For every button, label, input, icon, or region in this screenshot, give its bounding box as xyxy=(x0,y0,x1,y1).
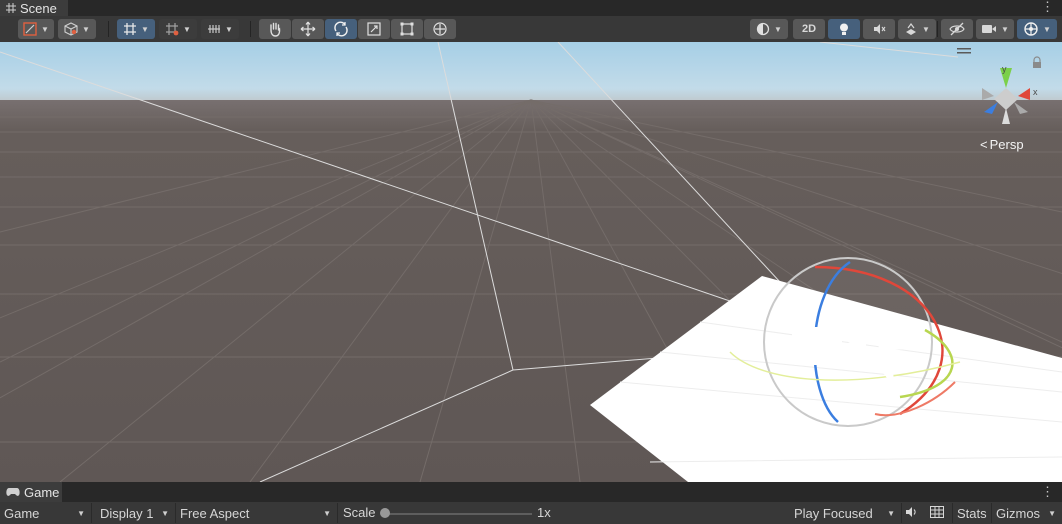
shading-mode-icon xyxy=(23,22,37,36)
perspective-label: Persp xyxy=(989,137,1024,152)
lighting-icon xyxy=(840,23,848,35)
display-dropdown[interactable]: Display 1 ▼ xyxy=(96,503,176,523)
transform-tool-icon xyxy=(433,22,447,36)
play-mode-label: Play Focused xyxy=(794,505,873,521)
audio-toggle-button[interactable] xyxy=(904,505,924,521)
grid-layout-icon xyxy=(930,506,944,518)
aspect-label: Free Aspect xyxy=(180,505,250,521)
audio-mute-icon xyxy=(874,24,886,34)
grid-snap-icon xyxy=(124,23,137,35)
game-view-label: Game xyxy=(4,505,40,521)
chevron-down-icon: ▼ xyxy=(1048,508,1056,518)
scale-slider-track[interactable] xyxy=(386,513,532,515)
scene-toolbar: ▼ ▼ ▼ ▼ ▼ ▼ 2D ▼ ▼ ▼ xyxy=(0,16,1062,43)
chevron-down-icon: ▼ xyxy=(887,508,895,518)
transform-tool-button[interactable] xyxy=(424,19,456,39)
gizmo-x-label: x xyxy=(1033,87,1038,97)
align-snap-dropdown[interactable]: ▼ xyxy=(201,19,239,39)
hand-tool-icon xyxy=(270,22,281,37)
gizmos-label: Gizmos xyxy=(996,505,1041,521)
move-tool-icon xyxy=(300,21,316,37)
play-mode-dropdown[interactable]: Play Focused ▼ xyxy=(790,503,902,523)
stats-button[interactable]: Stats xyxy=(952,503,992,523)
chevron-down-icon: ▼ xyxy=(161,508,169,518)
audio-toggle-button[interactable] xyxy=(863,19,895,39)
increment-snap-dropdown[interactable]: ▼ xyxy=(159,19,197,39)
toolbar-separator xyxy=(937,21,938,37)
game-tab-bar: Game ⋮ xyxy=(0,482,1062,502)
scale-tool-button[interactable] xyxy=(358,19,390,39)
gizmos-dropdown[interactable]: ▼ xyxy=(1017,19,1057,39)
display-label: Display 1 xyxy=(100,505,154,521)
gizmos-dropdown-game[interactable]: Gizmos ▼ xyxy=(992,503,1062,523)
gizmos-icon xyxy=(1024,22,1038,36)
scene-viewport[interactable]: y x < Persp xyxy=(0,42,1062,482)
render-mode-dropdown[interactable]: ▼ xyxy=(58,19,96,39)
shading-sphere-icon xyxy=(756,22,770,36)
game-toolbar: Game ▼ Display 1 ▼ Free Aspect ▼ Scale 1x P… xyxy=(0,502,1062,524)
camera-icon xyxy=(982,25,997,33)
scale-value: 1x xyxy=(537,505,551,520)
cube-icon xyxy=(64,22,78,36)
gizmo-y-label: y xyxy=(1002,64,1007,74)
camera-settings-dropdown[interactable]: ▼ xyxy=(976,19,1014,39)
scene-tab-bar: Scene ⋮ xyxy=(0,0,1062,16)
lighting-toggle-button[interactable] xyxy=(828,19,860,39)
hidden-objects-toggle-button[interactable] xyxy=(941,19,973,39)
game-tab-menu-button[interactable]: ⋮ xyxy=(1041,485,1054,501)
effects-dropdown[interactable]: ▼ xyxy=(898,19,936,39)
stats-layout-button[interactable] xyxy=(930,506,948,522)
move-tool-button[interactable] xyxy=(292,19,324,39)
scale-label: Scale xyxy=(343,505,376,520)
game-tab-label: Game xyxy=(24,484,60,500)
toolbar-separator xyxy=(108,21,109,37)
increment-snap-icon xyxy=(166,23,179,36)
rect-tool-icon xyxy=(400,22,414,36)
gamepad-icon xyxy=(6,488,20,496)
scene-render xyxy=(0,42,1062,482)
hand-tool-button[interactable] xyxy=(259,19,291,39)
scene-tab-menu-button[interactable]: ⋮ xyxy=(1041,0,1054,16)
game-tab[interactable]: Game xyxy=(0,482,62,502)
rect-tool-button[interactable] xyxy=(391,19,423,39)
scene-grid-icon xyxy=(6,3,16,13)
perspective-toggle[interactable]: < Persp xyxy=(980,137,1024,152)
scene-tab-label: Scene xyxy=(20,0,57,16)
stats-label: Stats xyxy=(957,505,987,521)
chevron-down-icon: ▼ xyxy=(323,508,331,518)
game-view-dropdown[interactable]: Game ▼ xyxy=(0,503,92,523)
scale-tool-icon xyxy=(367,22,381,36)
effects-icon xyxy=(906,23,917,35)
toolbar-separator xyxy=(250,21,251,37)
perspective-icon: < xyxy=(980,137,988,152)
scene-tab[interactable]: Scene xyxy=(0,0,68,16)
grid-snap-dropdown[interactable]: ▼ xyxy=(117,19,155,39)
scale-slider-handle[interactable] xyxy=(380,508,390,518)
speaker-icon xyxy=(906,507,916,517)
draw-mode-dropdown[interactable]: ▼ xyxy=(18,19,54,39)
rotate-tool-button[interactable] xyxy=(325,19,357,39)
chevron-down-icon: ▼ xyxy=(77,508,85,518)
visibility-icon xyxy=(949,22,965,36)
shading-dropdown[interactable]: ▼ xyxy=(750,19,788,39)
rotate-tool-icon xyxy=(334,21,348,37)
align-snap-icon xyxy=(208,25,221,33)
toggle-2d-button[interactable]: 2D xyxy=(793,19,825,39)
aspect-dropdown[interactable]: Free Aspect ▼ xyxy=(176,503,338,523)
